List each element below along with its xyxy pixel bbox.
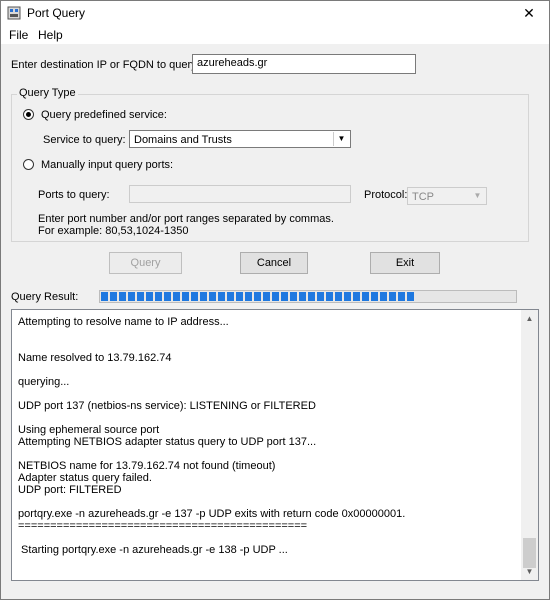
output-line: ========================================… bbox=[18, 520, 308, 532]
query-result-label: Query Result: bbox=[11, 291, 79, 303]
query-button[interactable]: Query bbox=[109, 252, 182, 274]
ports-help-line-2: For example: 80,53,1024-1350 bbox=[38, 225, 189, 237]
port-query-window: Port Query ✕ File Help Enter destination… bbox=[0, 0, 550, 600]
chevron-down-icon[interactable]: ▼ bbox=[333, 132, 349, 146]
title-bar[interactable]: Port Query ✕ bbox=[1, 1, 549, 25]
query-progress-bar bbox=[99, 290, 517, 303]
manual-ports-radio[interactable] bbox=[23, 159, 34, 170]
exit-button[interactable]: Exit bbox=[370, 252, 440, 274]
output-line: Attempting to resolve name to IP address… bbox=[18, 316, 229, 328]
output-line: Name resolved to 13.79.162.74 bbox=[18, 352, 172, 364]
chevron-down-icon[interactable]: ▼ bbox=[470, 189, 485, 203]
window-title: Port Query bbox=[27, 6, 86, 20]
close-icon[interactable]: ✕ bbox=[509, 1, 549, 25]
scroll-down-icon[interactable]: ▼ bbox=[521, 563, 538, 580]
output-line: Attempting NETBIOS adapter status query … bbox=[18, 436, 317, 448]
ports-help-line-1: Enter port number and/or port ranges sep… bbox=[38, 213, 334, 225]
menu-help[interactable]: Help bbox=[38, 28, 63, 42]
output-line: UDP port 137 (netbios-ns service): LISTE… bbox=[18, 400, 316, 412]
destination-input[interactable]: azureheads.gr bbox=[192, 54, 416, 74]
service-select-value: Domains and Trusts bbox=[134, 134, 232, 146]
output-line: NETBIOS name for 13.79.162.74 not found … bbox=[18, 460, 276, 472]
service-select[interactable]: Domains and Trusts ▼ bbox=[129, 130, 351, 148]
menu-bar: File Help bbox=[1, 25, 549, 44]
output-line: Adapter status query failed. bbox=[18, 472, 152, 484]
manual-ports-label[interactable]: Manually input query ports: bbox=[41, 159, 173, 171]
scroll-up-icon[interactable]: ▲ bbox=[521, 310, 538, 327]
protocol-label: Protocol: bbox=[364, 189, 408, 201]
ports-input[interactable] bbox=[129, 185, 351, 203]
query-result-text: Attempting to resolve name to IP address… bbox=[18, 316, 516, 556]
port-query-app-icon bbox=[7, 6, 21, 20]
ports-to-query-label: Ports to query: bbox=[38, 189, 110, 201]
cancel-button[interactable]: Cancel bbox=[240, 252, 308, 274]
predefined-service-label[interactable]: Query predefined service: bbox=[41, 109, 167, 121]
output-line: portqry.exe -n azureheads.gr -e 137 -p U… bbox=[18, 508, 406, 520]
service-to-query-label: Service to query: bbox=[43, 134, 126, 146]
output-line: Using ephemeral source port bbox=[18, 424, 160, 436]
predefined-service-radio[interactable] bbox=[23, 109, 34, 120]
menu-file[interactable]: File bbox=[9, 28, 28, 42]
query-result-output[interactable]: Attempting to resolve name to IP address… bbox=[11, 309, 539, 581]
output-line: UDP port: FILTERED bbox=[18, 484, 122, 496]
output-line: Starting portqry.exe -n azureheads.gr -e… bbox=[18, 544, 288, 556]
destination-label: Enter destination IP or FQDN to query: bbox=[11, 59, 200, 71]
protocol-select-value: TCP bbox=[412, 191, 434, 203]
query-type-legend: Query Type bbox=[17, 87, 78, 99]
output-scrollbar[interactable]: ▲ ▼ bbox=[521, 310, 538, 580]
query-progress-fill bbox=[101, 292, 416, 301]
output-line: querying... bbox=[18, 376, 70, 388]
protocol-select[interactable]: TCP ▼ bbox=[407, 187, 487, 205]
